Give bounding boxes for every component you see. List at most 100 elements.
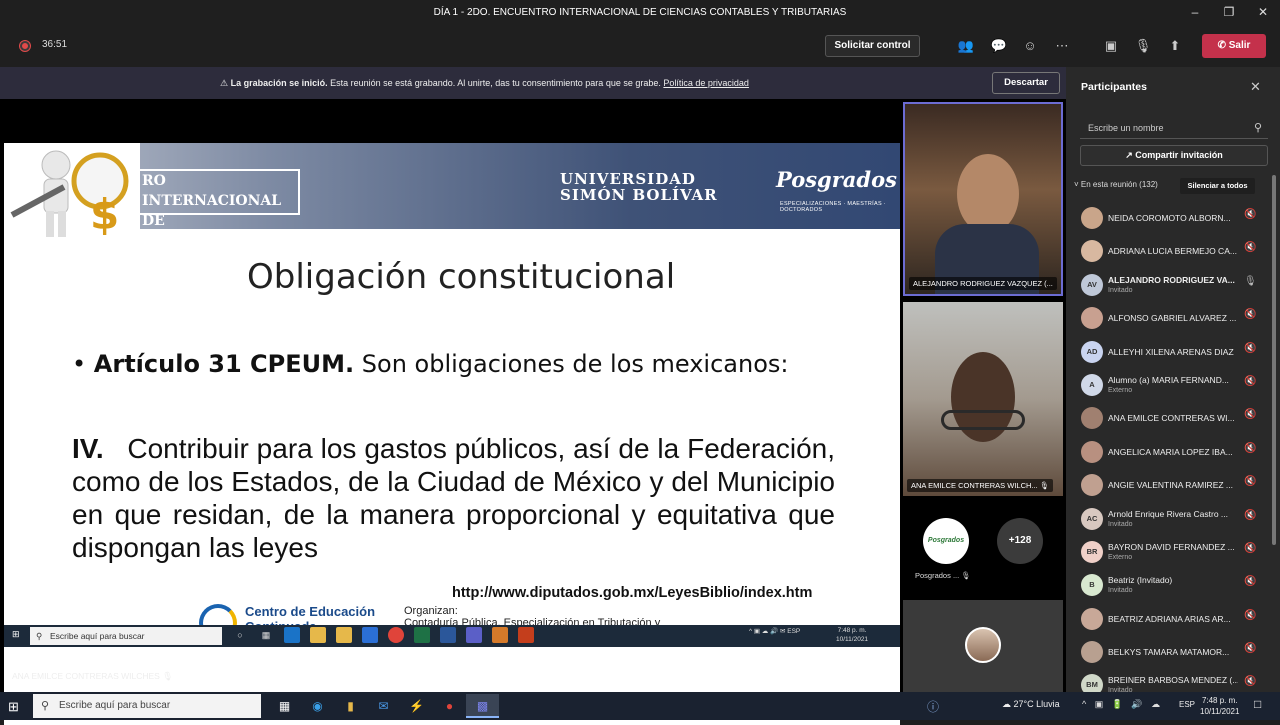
file-explorer-icon[interactable]: ▮ — [334, 694, 367, 718]
participant-row[interactable]: ALFONSO GABRIEL ALVAREZ ... 🔇 — [1066, 301, 1272, 334]
posgrados-name: Posgrados ... 🎙 — [915, 571, 971, 580]
participant-row[interactable]: ADRIANA LUCIA BERMEJO CA... 🔇 — [1066, 234, 1272, 267]
video-mic-off-icon: 🎙 — [1039, 481, 1050, 490]
participant-row[interactable]: NEIDA COROMOTO ALBORN... 🔇 — [1066, 201, 1272, 234]
video-tile-participant[interactable]: ANA EMILCE CONTRERAS WILCH... 🎙 — [903, 302, 1063, 496]
avatar — [1081, 641, 1103, 664]
minimize-button[interactable]: – — [1178, 0, 1212, 25]
avatar — [1081, 607, 1103, 630]
mic-off-icon[interactable]: 🔇 — [1244, 476, 1256, 487]
language-indicator[interactable]: ESP — [1179, 700, 1195, 709]
posgrados-avatar[interactable]: Posgrados — [923, 518, 969, 564]
chrome-icon[interactable]: ● — [433, 694, 466, 718]
participant-role: Invitado — [1108, 587, 1133, 595]
shared-start-icon: ⊞ — [12, 629, 20, 639]
mic-off-icon[interactable]: 🔇 — [1244, 309, 1256, 320]
slide-body: IV. Contribuir para los gastos públicos,… — [72, 432, 835, 564]
banner-bold: La grabación se inició. — [230, 78, 328, 88]
avatar: A — [1081, 373, 1103, 396]
people-icon[interactable]: 👥 — [957, 37, 975, 55]
bullet-text: Son obligaciones de los mexicanos: — [361, 350, 789, 378]
slide-title: Obligación constitucional — [247, 257, 676, 297]
participant-name: ALLEYHI XILENA ARENAS DIAZ — [1108, 346, 1234, 357]
notification-icon[interactable]: □ — [1254, 697, 1261, 711]
shared-cortana-icon: ○ — [237, 630, 243, 640]
participant-row[interactable]: BEATRIZ ADRIANA ARIAS AR... 🔇 — [1066, 602, 1272, 635]
glasses-icon — [941, 410, 1025, 430]
panel-scrollbar[interactable] — [1272, 175, 1276, 545]
participant-row[interactable]: AD ALLEYHI XILENA ARENAS DIAZ 🔇 — [1066, 335, 1272, 368]
maximize-button[interactable]: ❐ — [1212, 0, 1246, 25]
mic-off-icon[interactable]: 🔇 — [1244, 343, 1256, 354]
shared-chrome-icon — [388, 627, 404, 643]
share-invite-button[interactable]: ↗ Compartir invitación — [1080, 145, 1268, 166]
participant-row[interactable]: AV ALEJANDRO RODRIGUEZ VA... Invitado 🎙 — [1066, 268, 1272, 301]
mic-off-icon[interactable]: 🔇 — [1244, 209, 1256, 220]
mic-off-icon[interactable]: 🔇 — [1244, 510, 1256, 521]
mic-off-icon[interactable]: 🔇 — [1244, 409, 1256, 420]
request-control-button[interactable]: Solicitar control — [825, 35, 920, 57]
close-icon[interactable]: ✕ — [1250, 79, 1261, 95]
participant-name: BELKYS TAMARA MATAMOR... — [1108, 647, 1230, 658]
weather-widget[interactable]: ☁ 27°C Lluvia — [1002, 699, 1060, 710]
privacy-link[interactable]: Política de privacidad — [663, 78, 749, 88]
share-icon[interactable]: ⬆ — [1166, 37, 1184, 55]
shared-teams-icon — [466, 627, 482, 643]
participant-row[interactable]: ANA EMILCE CONTRERAS WI... 🔇 — [1066, 401, 1272, 434]
footer-org-line-1: Centro de Educación — [245, 604, 376, 619]
participant-search-input[interactable]: Escribe un nombre ⚲ — [1080, 117, 1268, 139]
taskbar-search-input[interactable]: ⚲ Escribe aquí para buscar — [33, 694, 261, 718]
participant-row[interactable]: BELKYS TAMARA MATAMOR... 🔇 — [1066, 635, 1272, 668]
shared-lang: ESP — [787, 628, 801, 635]
teams-icon[interactable]: ▩ — [466, 694, 499, 718]
mic-off-icon[interactable]: 🔇 — [1244, 676, 1256, 687]
mute-all-button[interactable]: Silenciar a todos — [1180, 178, 1255, 194]
more-icon[interactable]: ⋯ — [1053, 37, 1071, 55]
avatar: BR — [1081, 540, 1103, 563]
participant-row[interactable]: BR BAYRON DAVID FERNANDEZ ... Externo 🔇 — [1066, 535, 1272, 568]
shared-time: 7:48 p. m. — [837, 627, 867, 634]
leave-label: Salir — [1228, 40, 1251, 51]
video-label: ANA EMILCE CONTRERAS WILCH... 🎙 — [907, 479, 1054, 492]
window-title: DÍA 1 - 2DO. ENCUENTRO INTERNACIONAL DE … — [433, 7, 847, 18]
chat-icon[interactable]: 💬 — [990, 37, 1008, 55]
slide-bullet: • Artículo 31 CPEUM. Son obligaciones de… — [72, 350, 789, 378]
shared-store-icon — [336, 627, 352, 643]
reactions-icon[interactable]: ☺ — [1021, 37, 1039, 55]
mic-off-icon[interactable]: 🔇 — [1244, 643, 1256, 654]
search-icon: ⚲ — [1253, 122, 1262, 134]
leave-button[interactable]: ✆ Salir — [1202, 34, 1266, 58]
participant-row[interactable]: B Beatriz (Invitado) Invitado 🔇 — [1066, 568, 1272, 601]
in-meeting-header[interactable]: ˅ En esta reunión (132) — [1074, 180, 1158, 189]
edge-icon[interactable]: ◉ — [301, 694, 334, 718]
participant-row[interactable]: AC Arnold Enrique Rivera Castro ... Invita… — [1066, 502, 1272, 535]
mic-icon[interactable]: 🎙 — [1244, 276, 1257, 287]
warning-icon: ⚠ — [220, 78, 229, 88]
participant-row[interactable]: ANGELICA MARIA LOPEZ IBA... 🔇 — [1066, 435, 1272, 468]
start-icon[interactable]: ⊞ — [8, 699, 19, 715]
presenter-mic-off-icon: 🎙 — [162, 671, 174, 681]
avatar: B — [1081, 574, 1103, 597]
participant-row[interactable]: ANGIE VALENTINA RAMIREZ ... 🔇 — [1066, 468, 1272, 501]
task-view-icon[interactable]: ▦ — [268, 694, 301, 718]
mic-off-icon[interactable]: 🎙 — [1134, 37, 1152, 55]
participant-row[interactable]: A Alumno (a) MARIA FERNAND... Externo 🔇 — [1066, 368, 1272, 401]
avatar: AD — [1081, 340, 1103, 363]
taskbar-clock[interactable]: 7:48 p. m. 10/11/2021 — [1200, 695, 1239, 717]
close-window-button[interactable]: ✕ — [1246, 0, 1280, 25]
help-icon[interactable]: ⓘ — [927, 698, 939, 715]
mic-off-icon[interactable]: 🔇 — [1244, 576, 1256, 587]
lightning-app-icon[interactable]: ⚡ — [400, 694, 433, 718]
dismiss-button[interactable]: Descartar — [992, 72, 1060, 94]
video-tile-speaker[interactable]: ALEJANDRO RODRIGUEZ VAZQUEZ (... — [903, 102, 1063, 296]
more-participants-button[interactable]: +128 — [997, 518, 1043, 564]
mic-off-icon[interactable]: 🔇 — [1244, 443, 1256, 454]
mic-off-icon[interactable]: 🔇 — [1244, 610, 1256, 621]
mic-off-icon[interactable]: 🔇 — [1244, 242, 1256, 253]
meeting-timer: 36:51 — [42, 39, 68, 50]
mic-off-icon[interactable]: 🔇 — [1244, 543, 1256, 554]
system-tray[interactable]: ^ ▣ 🔋 🔊 ☁ — [1082, 699, 1163, 710]
camera-off-icon[interactable]: ▣ — [1102, 37, 1120, 55]
mic-off-icon[interactable]: 🔇 — [1244, 376, 1256, 387]
mail-icon[interactable]: ✉ — [367, 694, 400, 718]
